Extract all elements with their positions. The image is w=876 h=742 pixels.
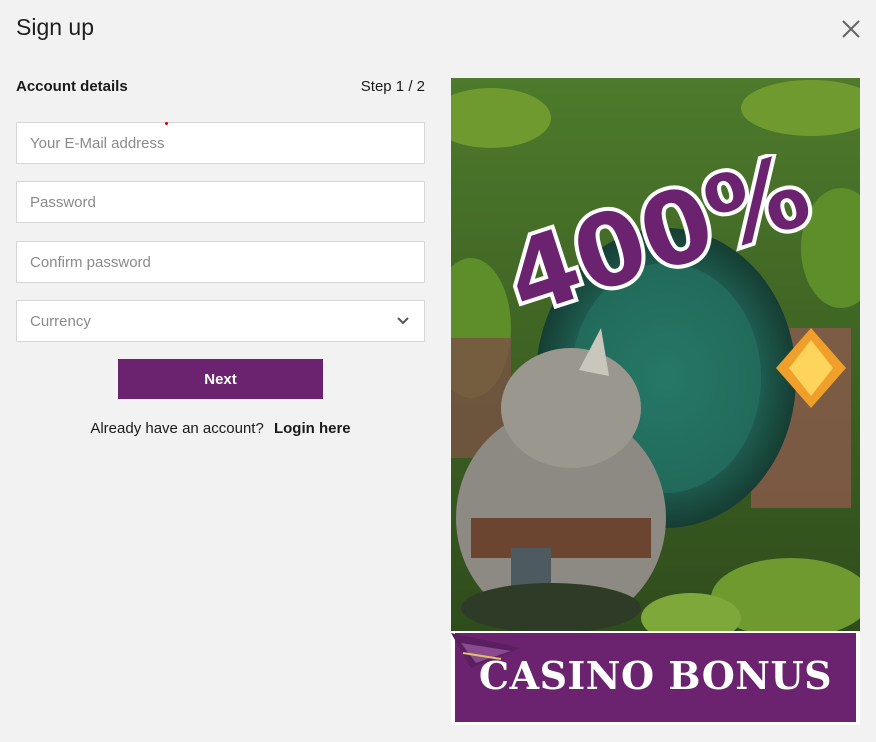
promo-headline-text: 400%: [493, 154, 823, 314]
step-indicator: Step 1 / 2: [360, 78, 425, 95]
currency-select[interactable]: Currency: [16, 300, 425, 342]
next-button[interactable]: Next: [118, 359, 323, 399]
promo-banner[interactable]: 400% CASINO BONUS: [451, 78, 860, 725]
login-row: Already have an account? Login here: [16, 420, 425, 437]
currency-select-value: Currency: [30, 312, 91, 330]
email-field[interactable]: [17, 123, 424, 163]
close-button[interactable]: [838, 16, 864, 42]
close-icon: [842, 20, 860, 38]
email-field-wrapper: [16, 122, 425, 164]
modal-title: Sign up: [16, 14, 95, 40]
login-prompt: Already have an account?: [90, 420, 264, 437]
confirm-password-field[interactable]: [17, 242, 424, 282]
login-link[interactable]: Login here: [274, 420, 351, 437]
section-title: Account details: [16, 78, 128, 95]
password-field-wrapper: [16, 181, 425, 223]
chevron-down-icon: [397, 317, 409, 325]
confirm-password-field-wrapper: [16, 241, 425, 283]
required-marker: [165, 122, 168, 125]
password-field[interactable]: [17, 182, 424, 222]
form-header: Account details Step 1 / 2: [16, 78, 425, 106]
signup-form: Account details Step 1 / 2 Currency Next…: [16, 78, 425, 437]
promo-bonus-text: CASINO BONUS: [478, 653, 833, 698]
promo-headline: 400%: [491, 154, 827, 314]
